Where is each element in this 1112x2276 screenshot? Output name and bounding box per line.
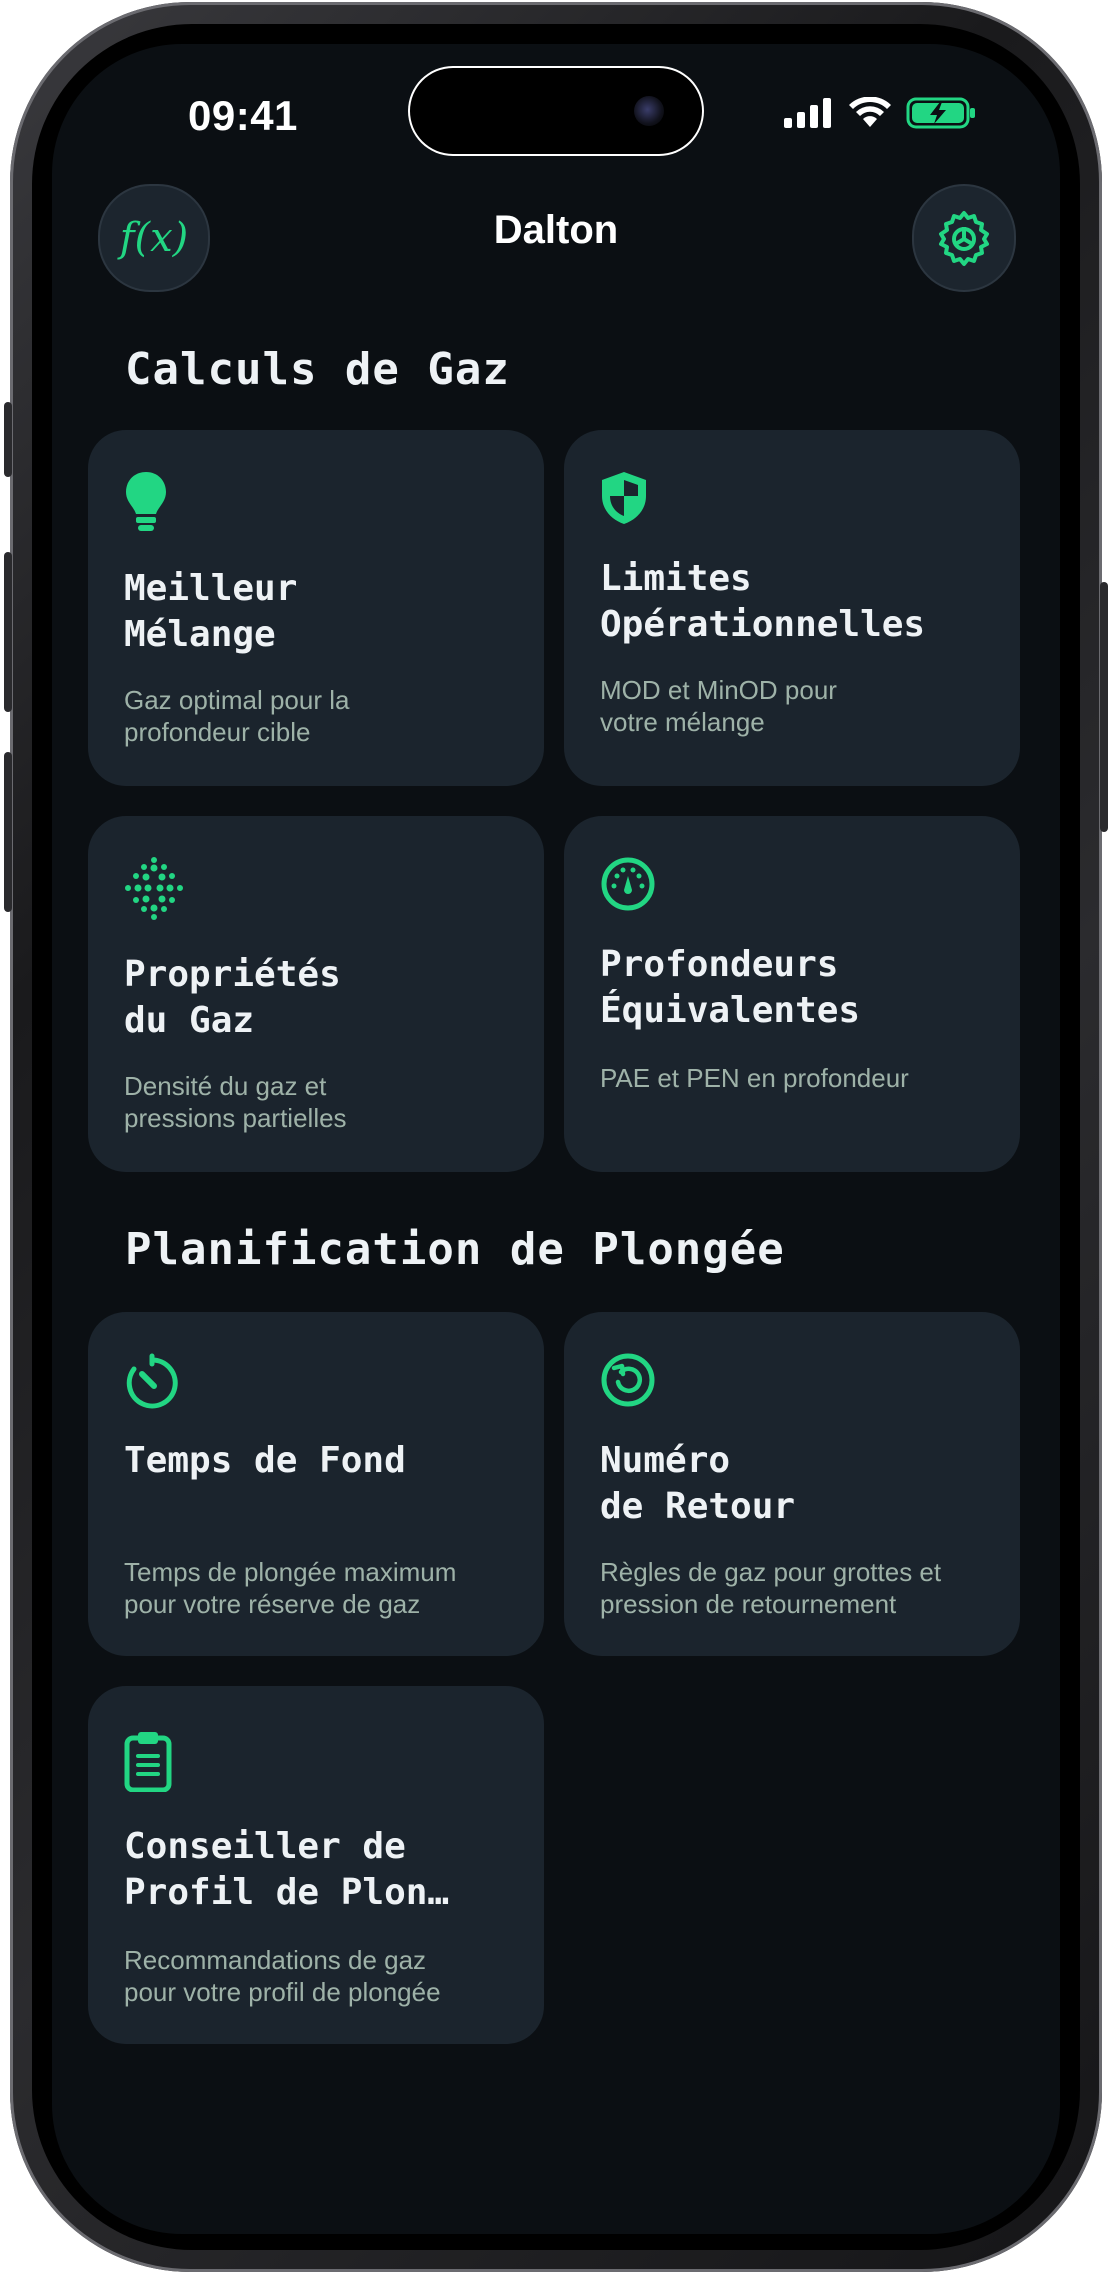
- card-subtitle: Densité du gaz et pressions partielles: [124, 1071, 347, 1133]
- section-title-gas: Calculs de Gaz: [125, 344, 510, 395]
- shield-icon: [600, 470, 648, 531]
- card-title: Limites Opérationnelles: [600, 558, 926, 645]
- volume-up-button: [4, 552, 12, 712]
- card-equivalent-depths[interactable]: Profondeurs Équivalentes PAE et PEN en p…: [564, 816, 1020, 1172]
- action-button: [4, 402, 12, 477]
- status-time: 09:41: [188, 92, 298, 139]
- card-title: Numéro de Retour: [600, 1440, 796, 1527]
- power-button: [1100, 582, 1108, 832]
- card-subtitle: Recommandations de gaz pour votre profil…: [124, 1945, 441, 2007]
- card-best-mix[interactable]: Meilleur Mélange Gaz optimal pour la pro…: [88, 430, 544, 786]
- card-title: Propriétés du Gaz: [124, 954, 341, 1041]
- section-title-dive-planning: Planification de Plongée: [125, 1224, 785, 1275]
- clipboard-icon: [124, 1730, 172, 1797]
- card-dive-profile-advisor[interactable]: Conseiller de Profil de Plon… Recommanda…: [88, 1686, 544, 2044]
- card-title: Meilleur Mélange: [124, 568, 298, 655]
- signal-icon: [784, 98, 831, 128]
- card-bottom-time[interactable]: Temps de Fond Temps de plongée maximum p…: [88, 1312, 544, 1656]
- card-gas-properties[interactable]: Propriétés du Gaz Densité du gaz et pres…: [88, 816, 544, 1172]
- card-title: Profondeurs Équivalentes: [600, 944, 861, 1031]
- wifi-icon: [849, 97, 891, 127]
- card-operational-limits[interactable]: Limites Opérationnelles MOD et MinOD pou…: [564, 430, 1020, 786]
- card-subtitle: Temps de plongée maximum pour votre rése…: [124, 1557, 457, 1619]
- lightbulb-icon: [124, 470, 168, 539]
- card-title: Temps de Fond: [124, 1440, 406, 1481]
- return-icon: [600, 1352, 656, 1413]
- dots-icon: [124, 856, 184, 925]
- gear-icon: [939, 211, 989, 266]
- card-subtitle: MOD et MinOD pour votre mélange: [600, 675, 837, 737]
- card-subtitle: PAE et PEN en profondeur: [600, 1063, 909, 1093]
- timer-icon: [124, 1352, 180, 1415]
- gauge-icon: [600, 856, 656, 917]
- card-turn-number[interactable]: Numéro de Retour Règles de gaz pour grot…: [564, 1312, 1020, 1656]
- settings-button[interactable]: [912, 184, 1016, 292]
- page-title: Dalton: [493, 208, 619, 252]
- card-title: Conseiller de Profil de Plon…: [124, 1826, 450, 1913]
- card-subtitle: Gaz optimal pour la profondeur cible: [124, 685, 350, 747]
- status-icons: [784, 96, 978, 130]
- volume-down-button: [4, 752, 12, 912]
- home-indicator: [406, 2212, 706, 2222]
- battery-charging-icon: [906, 97, 975, 129]
- camera-icon: [634, 96, 664, 126]
- card-subtitle: Règles de gaz pour grottes et pression d…: [600, 1557, 942, 1619]
- dynamic-island: [408, 66, 704, 156]
- app-screen: 09:41 f(x) Dalton Calculs de Gaz Meilleu…: [52, 44, 1060, 2234]
